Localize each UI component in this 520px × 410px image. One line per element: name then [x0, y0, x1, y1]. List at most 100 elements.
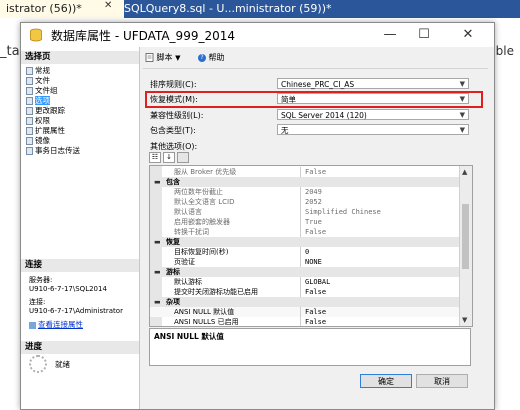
- editor-tab-bar: istrator (56))* ✕ SQLQuery8.sql - U...mi…: [0, 0, 520, 18]
- grid-column-divider: [300, 277, 301, 287]
- property-description-text: ANSI NULL 默认值: [154, 332, 224, 341]
- connection-value: U910-6-7-17\Administrator: [29, 307, 123, 315]
- grid-property-row[interactable]: 页验证 NONE: [150, 257, 460, 267]
- grid-category-label: 游标: [166, 268, 180, 276]
- page-item-label: 文件组: [35, 86, 58, 95]
- dialog-titlebar[interactable]: 数据库属性 - UFDATA_999_2014 — ☐ ✕: [21, 23, 494, 47]
- script-button[interactable]: 脚本 ▼: [145, 52, 180, 63]
- collation-label: 排序规则(C):: [150, 80, 197, 89]
- page-icon: [26, 137, 33, 145]
- toolbar-separator: [143, 68, 488, 69]
- help-icon: ?: [198, 53, 206, 62]
- help-button[interactable]: ? 帮助: [198, 52, 225, 63]
- collapse-icon[interactable]: ▬: [154, 297, 161, 307]
- page-item[interactable]: 镜像: [26, 136, 50, 146]
- grid-category[interactable]: ▬ 游标: [150, 267, 460, 277]
- grid-property-value: True: [305, 218, 322, 226]
- grid-property-value: 2049: [305, 188, 322, 196]
- page-icon: [26, 147, 33, 155]
- maximize-button[interactable]: ☐: [407, 23, 441, 47]
- collapse-icon[interactable]: ▬: [154, 267, 161, 277]
- page-item[interactable]: 事务日志传送: [26, 146, 80, 156]
- chevron-down-icon: ▼: [459, 80, 465, 88]
- grid-property-value: False: [305, 228, 327, 236]
- compatibility-level-select[interactable]: SQL Server 2014 (120) ▼: [277, 109, 469, 120]
- scroll-down-icon[interactable]: ▼: [462, 316, 467, 324]
- scroll-up-icon[interactable]: ▲: [462, 168, 467, 176]
- grid-column-divider: [300, 207, 301, 217]
- grid-property-label: 提交时关闭游标功能已启用: [174, 288, 258, 296]
- page-item-label: 扩展属性: [35, 126, 65, 135]
- progress-header: 进度: [21, 341, 139, 354]
- grid-column-divider: [300, 227, 301, 237]
- grid-column-divider: [300, 187, 301, 197]
- grid-category[interactable]: ▬ 包含: [150, 177, 460, 187]
- grid-category-label: 包含: [166, 178, 180, 186]
- grid-property-row[interactable]: 服从 Broker 优先级 False: [150, 167, 460, 177]
- grid-scrollbar[interactable]: ▲ ▼: [459, 166, 472, 326]
- page-item-label: 权限: [35, 116, 50, 125]
- grid-category[interactable]: ▬ 恢复: [150, 237, 460, 247]
- collation-select[interactable]: Chinese_PRC_CI_AS ▼: [277, 78, 469, 89]
- editor-left-area: _ta: [0, 18, 20, 410]
- containment-type-select[interactable]: 无 ▼: [277, 124, 469, 135]
- grid-property-row[interactable]: 默认语言 Simplified Chinese: [150, 207, 460, 217]
- grid-property-row[interactable]: 启用嵌套的触发器 True: [150, 217, 460, 227]
- compatibility-level-value: SQL Server 2014 (120): [281, 111, 367, 120]
- page-item[interactable]: 权限: [26, 116, 50, 126]
- grid-property-row[interactable]: 转换干扰词 False: [150, 227, 460, 237]
- view-connection-properties-link[interactable]: 查看连接属性: [29, 319, 83, 330]
- chevron-down-icon: ▼: [459, 126, 465, 134]
- editor-tab-query8[interactable]: SQLQuery8.sql - U...ministrator (59))*: [118, 0, 338, 18]
- grid-property-row[interactable]: ANSI NULL 默认值 False: [150, 307, 460, 317]
- grid-property-value: False: [305, 288, 327, 296]
- scroll-thumb[interactable]: [462, 204, 469, 269]
- recovery-model-highlight: [145, 91, 483, 108]
- grid-property-label: 转换干扰词: [174, 228, 209, 236]
- editor-right-text: ble: [495, 44, 514, 58]
- page-item[interactable]: 更改跟踪: [26, 106, 65, 116]
- grid-category[interactable]: ▬ 杂项: [150, 297, 460, 307]
- grid-property-value: False: [305, 318, 327, 326]
- grid-property-row[interactable]: 目标恢复时间(秒) 0: [150, 247, 460, 257]
- property-pages-icon[interactable]: [177, 152, 189, 163]
- page-item-label: 选项: [35, 96, 50, 105]
- grid-property-value: False: [305, 168, 327, 176]
- minimize-button[interactable]: —: [373, 23, 407, 47]
- grid-property-row[interactable]: 提交时关闭游标功能已启用 False: [150, 287, 460, 297]
- grid-property-label: 两位数年份截止: [174, 188, 223, 196]
- page-selector-panel: 选择页 常规 文件 文件组 选项 更改跟踪 权限 扩展属性 镜像 事务日志传送 连接 服务器: …: [21, 47, 140, 409]
- page-item[interactable]: 选项: [26, 96, 50, 106]
- pages-header: 选择页: [21, 51, 139, 64]
- grid-property-label: 启用嵌套的触发器: [174, 218, 230, 226]
- tab-close-icon[interactable]: ✕: [104, 0, 112, 11]
- connection-properties-icon: [29, 321, 36, 329]
- close-button[interactable]: ✕: [451, 23, 485, 47]
- grid-property-row[interactable]: 默认游标 GLOBAL: [150, 277, 460, 287]
- grid-property-label: 默认全文语言 LCID: [174, 198, 235, 206]
- collapse-icon[interactable]: ▬: [154, 237, 161, 247]
- grid-property-value: NONE: [305, 258, 322, 266]
- grid-property-row[interactable]: 两位数年份截止 2049: [150, 187, 460, 197]
- categorized-sort-icon[interactable]: ☷: [149, 152, 161, 163]
- server-label: 服务器:: [29, 276, 53, 284]
- chevron-down-icon: ▼: [459, 111, 465, 119]
- editor-tab-active-label: istrator (56))*: [6, 2, 82, 15]
- script-dropdown-icon[interactable]: ▼: [175, 54, 180, 62]
- grid-property-label: 页验证: [174, 258, 195, 266]
- grid-property-row[interactable]: 默认全文语言 LCID 2052: [150, 197, 460, 207]
- page-item[interactable]: 常规: [26, 66, 50, 76]
- alphabetical-sort-icon[interactable]: ↓: [163, 152, 175, 163]
- page-item[interactable]: 扩展属性: [26, 126, 65, 136]
- page-item[interactable]: 文件: [26, 76, 50, 86]
- grid-property-row[interactable]: ANSI NULLS 已启用 False: [150, 317, 460, 326]
- editor-tab-query8-label: SQLQuery8.sql - U...ministrator (59))*: [124, 2, 332, 15]
- grid-property-label: 目标恢复时间(秒): [174, 248, 229, 256]
- page-item-label: 文件: [35, 76, 50, 85]
- database-properties-dialog: 数据库属性 - UFDATA_999_2014 — ☐ ✕ 选择页 常规 文件 文件…: [20, 22, 495, 410]
- collapse-icon[interactable]: ▬: [154, 177, 161, 187]
- ok-button[interactable]: 确定: [360, 374, 412, 388]
- cancel-button[interactable]: 取消: [416, 374, 468, 388]
- progress-status: 就绪: [55, 360, 70, 369]
- page-item[interactable]: 文件组: [26, 86, 58, 96]
